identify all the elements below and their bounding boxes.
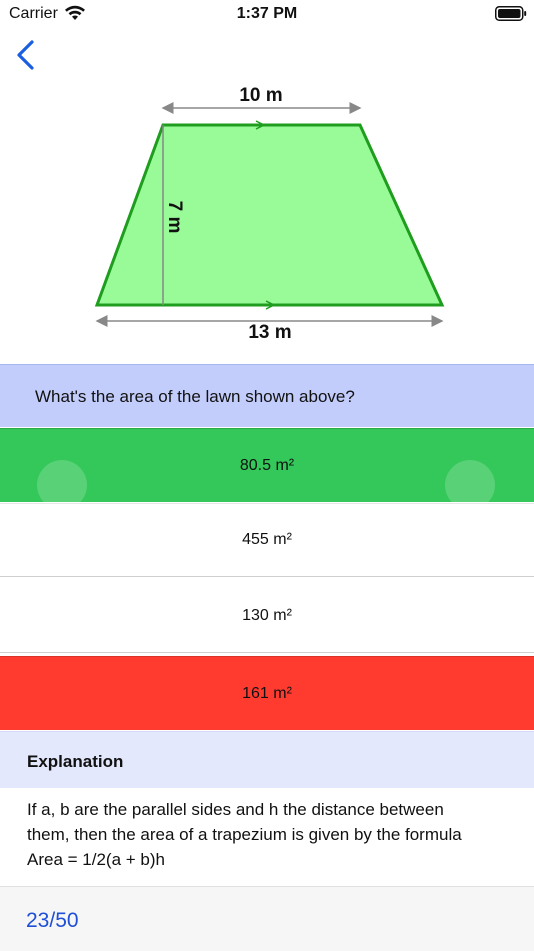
lawn-shape [94, 123, 445, 307]
answer-label: 80.5 m² [239, 456, 295, 474]
answer-option-1[interactable]: 80.5 m² [0, 428, 534, 510]
chevron-left-icon [17, 40, 34, 70]
back-button[interactable] [10, 38, 44, 72]
explanation-line: them, then the area of a trapezium is gi… [27, 825, 462, 844]
height-label: 7 m [164, 201, 185, 234]
answer-label: 455 m² [242, 531, 292, 548]
top-side-label: 10 m [239, 85, 282, 106]
battery-icon [495, 6, 527, 21]
status-bar: Carrier 1:37 PM [0, 0, 534, 30]
question-bar: What's the area of the lawn shown above? [0, 364, 534, 427]
explanation-title: Explanation [27, 752, 124, 771]
answer-option-4[interactable]: 161 m² [0, 656, 534, 730]
answer-option-3[interactable]: 130 m² [0, 579, 534, 653]
footer-bar: 23/50 [0, 886, 534, 951]
explanation-header: Explanation [0, 731, 534, 788]
answer-label: 130 m² [242, 606, 292, 624]
clock-label: 1:37 PM [236, 5, 298, 22]
answer-option-2[interactable]: 455 m² [0, 503, 534, 577]
explanation-line: Area = 1/2(a + b)h [27, 850, 165, 869]
bottom-side-label: 13 m [248, 322, 291, 343]
trapezium-figure: 10 m 7 m 13 m [94, 85, 445, 343]
answer-label: 161 m² [242, 684, 292, 702]
explanation-line: If a, b are the parallel sides and h the… [27, 800, 444, 819]
question-progress: 23/50 [26, 909, 79, 932]
question-text: What's the area of the lawn shown above? [35, 387, 355, 406]
explanation-text: If a, b are the parallel sides and h the… [27, 797, 517, 872]
